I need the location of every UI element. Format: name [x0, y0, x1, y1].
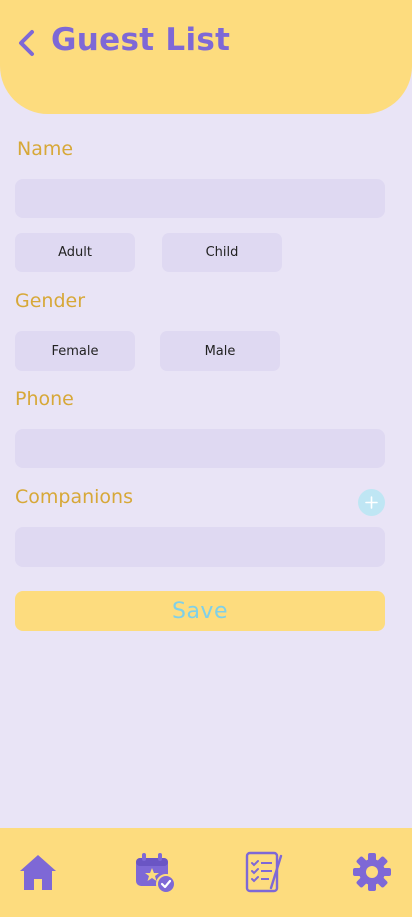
female-option[interactable]: Female	[15, 331, 135, 371]
phone-label: Phone	[15, 388, 74, 410]
gear-icon	[353, 853, 391, 891]
home-icon	[20, 855, 56, 890]
gender-label: Gender	[15, 290, 86, 312]
chevron-left-icon	[19, 30, 34, 56]
name-label: Name	[17, 138, 74, 160]
header: Guest List	[0, 0, 412, 114]
nav-events[interactable]	[133, 850, 177, 894]
add-companion-button[interactable]	[358, 489, 385, 516]
adult-option[interactable]: Adult	[15, 233, 135, 272]
nav-settings[interactable]	[350, 850, 394, 894]
nav-home[interactable]	[16, 850, 60, 894]
save-button[interactable]: Save	[15, 591, 385, 631]
nav-checklist[interactable]	[241, 850, 285, 894]
companions-label: Companions	[15, 486, 133, 508]
male-option[interactable]: Male	[160, 331, 280, 371]
name-input[interactable]	[15, 179, 385, 218]
companions-input[interactable]	[15, 527, 385, 567]
plus-icon	[365, 496, 378, 509]
back-button[interactable]	[12, 26, 42, 60]
bottom-nav	[0, 828, 412, 917]
child-option[interactable]: Child	[162, 233, 282, 272]
event-check-icon	[136, 853, 176, 894]
phone-input[interactable]	[15, 429, 385, 468]
checklist-icon	[245, 851, 283, 893]
page-title: Guest List	[51, 22, 231, 58]
